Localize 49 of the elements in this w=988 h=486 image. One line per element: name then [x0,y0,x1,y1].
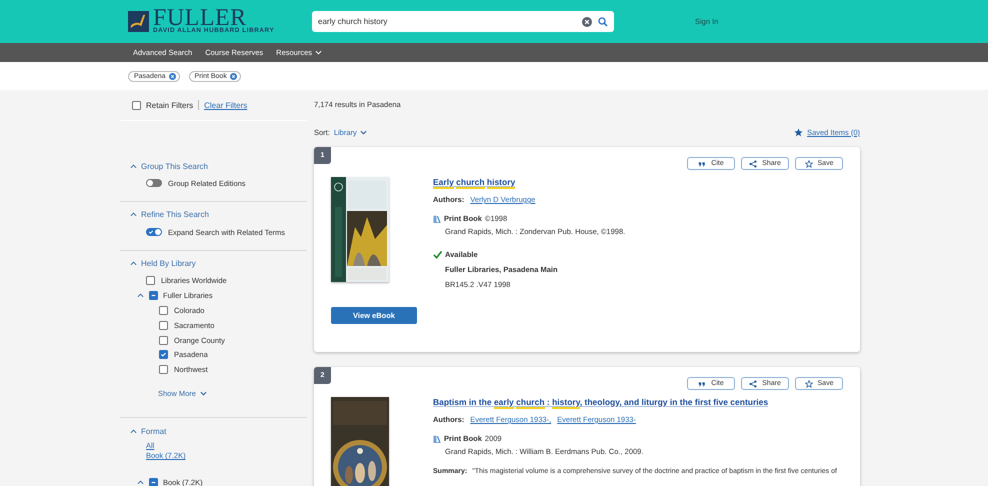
chevron-down-icon [315,50,322,55]
chevron-icon[interactable] [137,293,144,298]
logo-title: FULLER [153,8,247,28]
checkbox[interactable] [159,350,168,360]
checkbox[interactable] [159,306,168,316]
star-icon [804,160,813,168]
star-icon [804,380,813,388]
check-icon [148,229,154,236]
chevron-icon[interactable] [137,480,144,486]
chevron-down-icon [200,391,207,396]
chevron-icon [130,428,137,434]
chevron-icon [130,212,137,218]
quote-icon [698,380,706,388]
checkbox[interactable] [146,276,155,286]
toggle-switch[interactable] [146,179,162,188]
search-field[interactable]: early church history [312,11,614,32]
clear-icon[interactable] [582,16,592,26]
clear-filters-link[interactable]: Clear Filters [204,100,248,110]
checkbox[interactable] [159,336,168,345]
logo-icon [128,10,149,32]
share-icon [749,380,758,388]
checkbox[interactable] [132,100,141,110]
remove-icon[interactable] [230,72,237,80]
facet-header[interactable]: Refine This Search [120,208,307,222]
facet-header[interactable]: Format [120,424,307,438]
search-icon[interactable] [598,16,608,26]
result-title-link[interactable]: Early church history [433,177,516,187]
search-input[interactable]: early church history [318,14,576,28]
quote-icon [698,160,706,168]
checkbox[interactable] [159,365,168,374]
result-title-link[interactable]: Baptism in the early church : history, theology, and liturgy in the first five centuries [433,397,768,407]
check-icon [433,250,442,259]
books-icon [433,434,441,442]
minus-icon [150,479,157,486]
remove-icon[interactable] [168,72,176,80]
checkbox-label: Retain Filters [146,100,194,110]
chevron-icon [130,164,137,168]
books-icon [433,214,441,222]
chevron-icon [130,261,137,266]
check-icon [160,351,167,358]
checkbox[interactable] [149,478,158,486]
checkbox[interactable] [159,320,168,330]
toggle-switch[interactable] [146,228,162,236]
share-icon [749,160,758,168]
star-icon [794,128,804,136]
chevron-down-icon [360,130,367,134]
facet-header[interactable]: Held By Library [120,256,307,271]
checkbox[interactable] [149,291,158,300]
facet-header[interactable]: Group This Search [120,159,307,173]
